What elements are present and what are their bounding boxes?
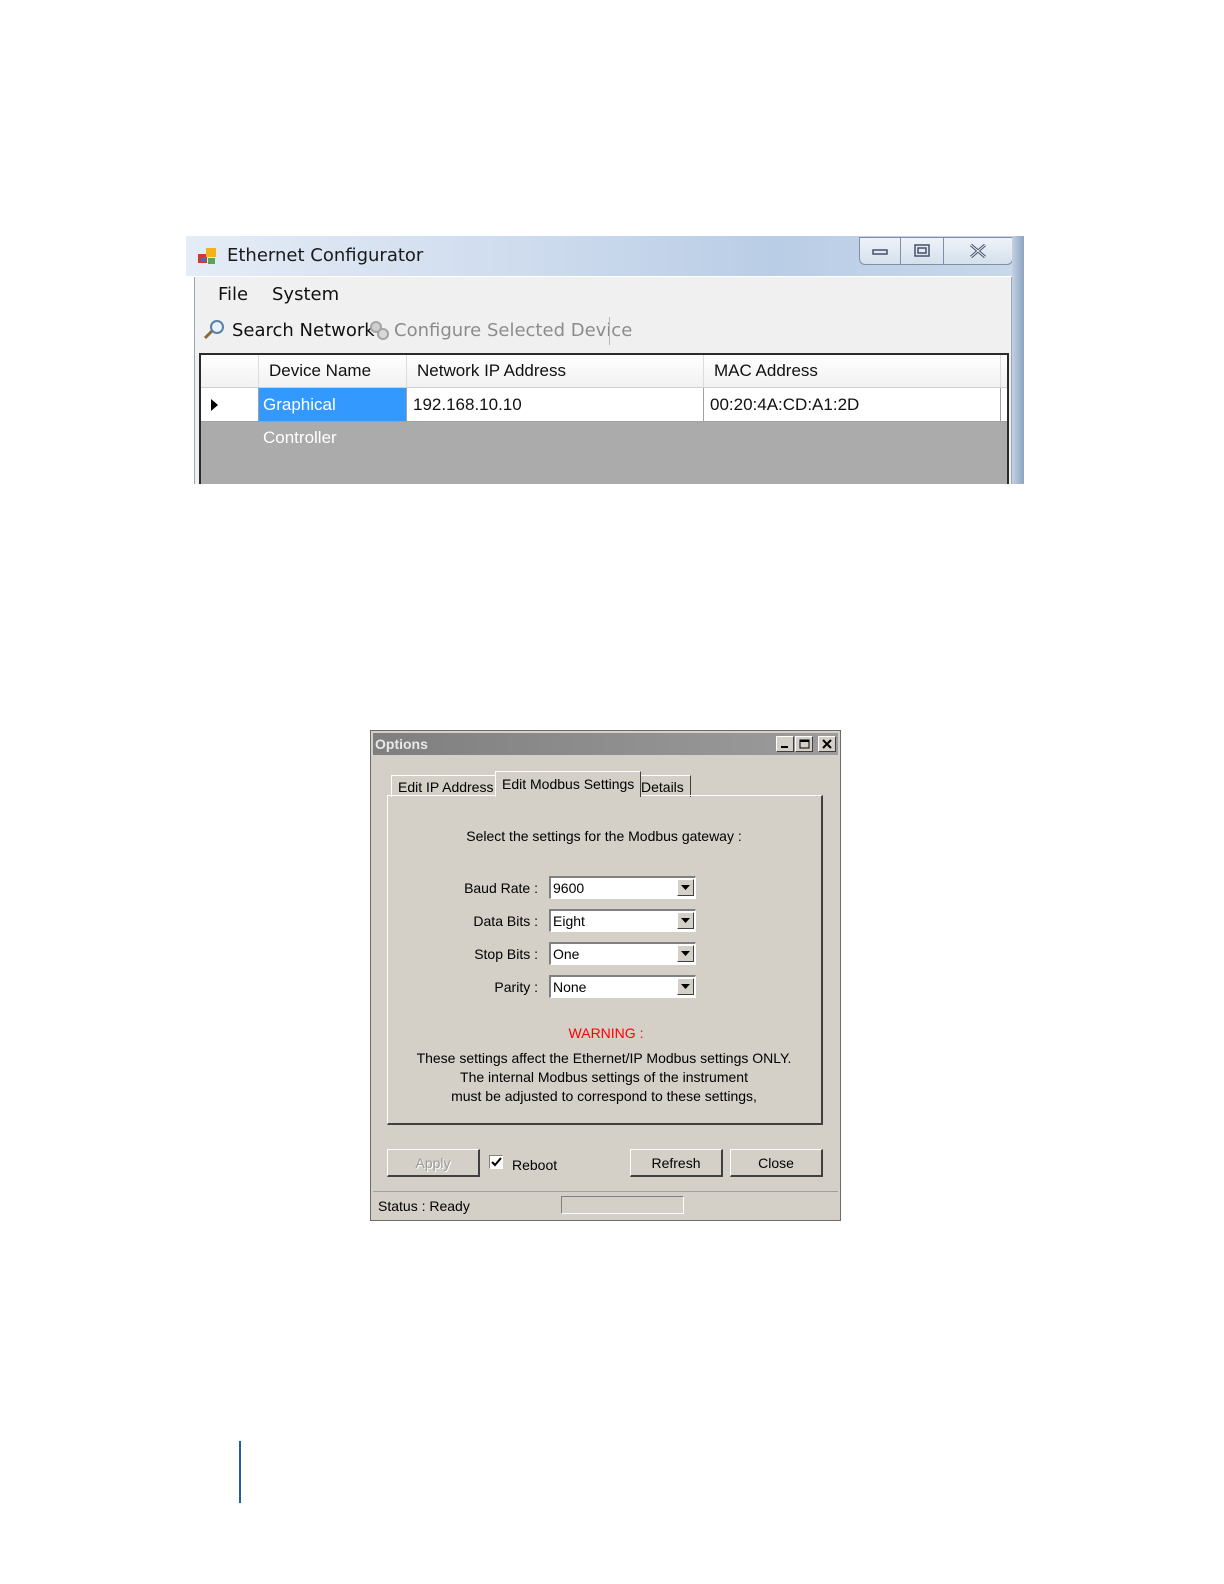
close-button[interactable] — [944, 238, 1012, 264]
window-body: File System Search Network Configure Sel… — [194, 277, 1012, 484]
column-header-ip-address[interactable]: Network IP Address — [407, 355, 704, 387]
dialog-title-bar: Options — [373, 733, 838, 755]
dropdown-arrow-icon[interactable] — [677, 945, 694, 962]
ethernet-configurator-window: Ethernet Configurator File System Search… — [186, 236, 1024, 484]
modbus-settings-panel: Select the settings for the Modbus gatew… — [387, 795, 823, 1125]
configure-icon — [370, 321, 389, 340]
cell-device-name[interactable]: Graphical Controller — [259, 388, 407, 447]
warning-line-3: must be adjusted to correspond to these … — [451, 1088, 757, 1104]
warning-line-2: The internal Modbus settings of the inst… — [460, 1069, 748, 1085]
column-header-device-name[interactable]: Device Name — [259, 355, 407, 387]
page-margin-rule — [239, 1441, 241, 1503]
stop-bits-select[interactable]: One — [549, 942, 696, 965]
app-icon — [198, 248, 216, 264]
table-row[interactable]: Graphical Controller 192.168.10.10 00:20… — [201, 388, 1007, 447]
baud-rate-value: 9600 — [553, 880, 585, 896]
maximize-button[interactable] — [901, 238, 944, 264]
column-header-mac-address[interactable]: MAC Address — [704, 355, 1001, 387]
data-bits-select[interactable]: Eight — [549, 909, 696, 932]
minimize-button[interactable] — [860, 238, 901, 264]
search-network-button[interactable]: Search Network — [203, 317, 375, 343]
reboot-checkbox[interactable] — [489, 1155, 503, 1169]
intro-text: Select the settings for the Modbus gatew… — [466, 828, 742, 844]
warning-line-1: These settings affect the Ethernet/IP Mo… — [416, 1050, 792, 1066]
caption-buttons — [859, 237, 1013, 265]
row-header[interactable] — [201, 388, 259, 421]
checkmark-icon — [490, 1157, 502, 1167]
stop-bits-label: Stop Bits : — [474, 946, 538, 962]
warning-title: WARNING : — [568, 1025, 644, 1041]
parity-label: Parity : — [494, 979, 538, 995]
dialog-close-button[interactable] — [818, 736, 836, 752]
device-grid: Device Name Network IP Address MAC Addre… — [199, 353, 1009, 484]
window-title: Ethernet Configurator — [227, 245, 424, 266]
maximize-icon — [914, 244, 930, 257]
tab-edit-ip-address[interactable]: Edit IP Address — [391, 775, 501, 797]
search-icon — [203, 320, 224, 340]
toolbar-separator — [609, 317, 610, 345]
parity-value: None — [553, 979, 587, 995]
window-frame-edge — [1012, 236, 1024, 484]
close-icon — [822, 739, 832, 749]
menu-file[interactable]: File — [218, 284, 248, 305]
baud-rate-label: Baud Rate : — [464, 880, 538, 896]
parity-select[interactable]: None — [549, 975, 696, 998]
dropdown-arrow-icon[interactable] — [677, 978, 694, 995]
toolbar: Search Network Configure Selected Device — [195, 313, 1011, 349]
configure-device-label: Configure Selected Device — [394, 319, 633, 341]
dialog-minimize-button[interactable] — [776, 736, 794, 752]
reboot-label[interactable]: Reboot — [512, 1157, 557, 1173]
dropdown-arrow-icon[interactable] — [677, 912, 694, 929]
tab-edit-modbus-settings[interactable]: Edit Modbus Settings — [495, 771, 642, 797]
configure-device-button[interactable]: Configure Selected Device — [367, 317, 632, 343]
apply-button[interactable]: Apply — [387, 1149, 480, 1177]
title-bar: Ethernet Configurator — [186, 236, 1024, 276]
progress-bar — [561, 1196, 684, 1214]
row-pointer-icon — [211, 399, 218, 411]
menu-bar: File System — [195, 277, 1011, 313]
dialog-title: Options — [375, 736, 428, 752]
baud-rate-select[interactable]: 9600 — [549, 876, 696, 899]
refresh-button[interactable]: Refresh — [630, 1149, 723, 1177]
cell-ip-address[interactable]: 192.168.10.10 — [407, 388, 704, 421]
options-dialog: Options Edit IP Address Edit Modbus Sett… — [370, 730, 841, 1221]
menu-system[interactable]: System — [272, 284, 339, 305]
row-header-corner — [201, 355, 259, 387]
search-network-label: Search Network — [232, 319, 375, 341]
minimize-icon — [872, 249, 888, 255]
dropdown-arrow-icon[interactable] — [677, 879, 694, 896]
close-button[interactable]: Close — [730, 1149, 823, 1177]
data-bits-label: Data Bits : — [473, 913, 538, 929]
tab-details[interactable]: Details — [634, 775, 691, 797]
stop-bits-value: One — [553, 946, 580, 962]
data-bits-value: Eight — [553, 913, 585, 929]
close-icon — [970, 244, 986, 258]
dialog-maximize-button[interactable] — [795, 736, 813, 752]
grid-header: Device Name Network IP Address MAC Addre… — [201, 355, 1007, 388]
cell-mac-address[interactable]: 00:20:4A:CD:A1:2D — [704, 388, 1001, 421]
minimize-icon — [781, 746, 788, 748]
status-bar: Status : Ready — [373, 1191, 838, 1219]
maximize-icon — [799, 739, 809, 749]
status-text: Status : Ready — [378, 1198, 470, 1214]
